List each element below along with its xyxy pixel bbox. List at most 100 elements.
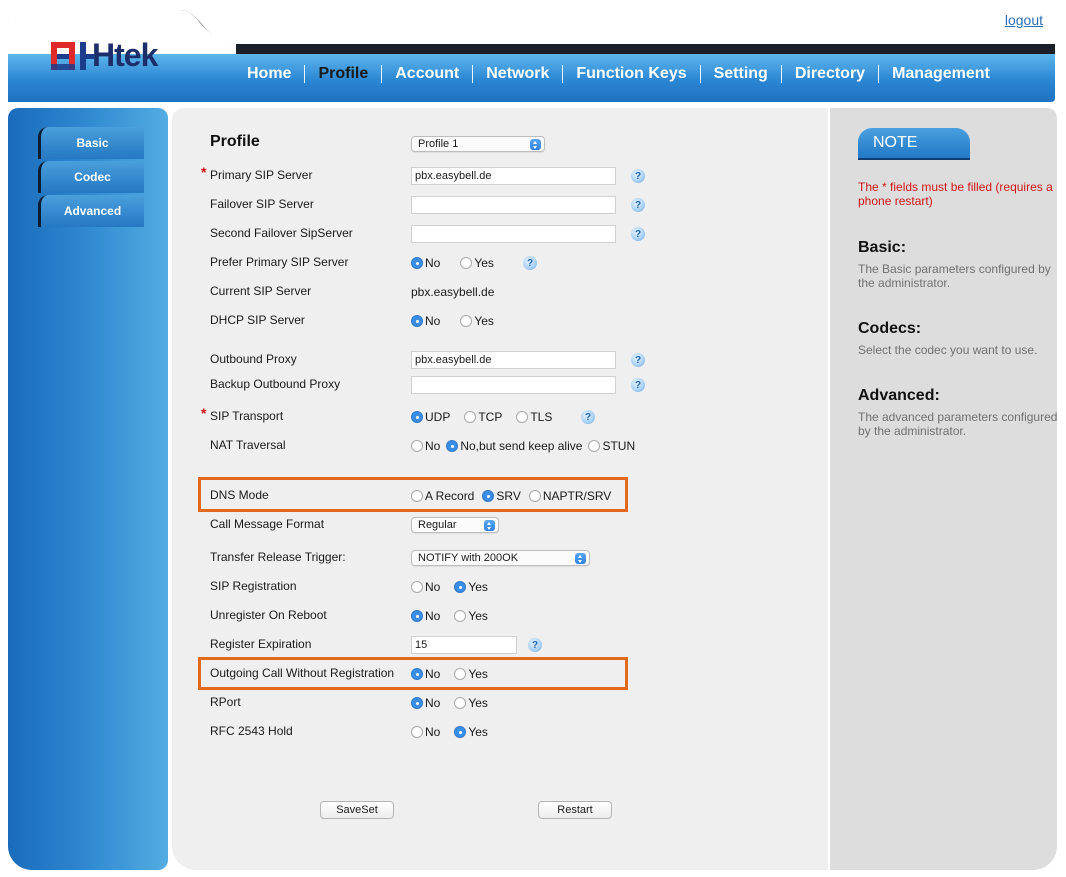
prefer-primary-no[interactable]: No [411,256,440,270]
radio-icon [454,697,467,709]
rfc2543-yes[interactable]: Yes [454,725,488,739]
sidebar-item-basic[interactable]: Basic [38,127,144,159]
dns-a-record[interactable]: A Record [411,489,474,503]
profile-form: Profile Profile 1 * Primary SIP Server ?… [172,108,828,870]
backup-outbound-proxy-input[interactable] [411,376,616,394]
radio-icon [460,315,473,327]
help-icon[interactable]: ? [631,353,645,367]
backup-outbound-proxy-row: Backup Outbound Proxy ? [172,373,828,397]
radio-icon [454,726,467,738]
radio-label: No,but send keep alive [460,439,583,453]
nav-directory[interactable]: Directory [782,65,878,83]
nat-stun[interactable]: STUN [588,439,635,453]
radio-label: Yes [468,580,488,594]
failover-sip-server-row: Failover SIP Server ? [172,193,828,217]
nav-separator [472,65,474,83]
help-icon[interactable]: ? [631,227,645,241]
transfer-release-trigger-row: Transfer Release Trigger: NOTIFY with 20… [172,546,828,570]
call-message-format-label: Call Message Format [210,517,325,531]
dhcp-sip-yes[interactable]: Yes [460,314,494,328]
call-message-format-select[interactable]: Regular [411,517,499,533]
radio-label: No [425,725,441,739]
note-panel: NOTE The * fields must be filled (requir… [830,108,1057,870]
sip-transport-label: SIP Transport [210,409,284,423]
radio-label: TLS [530,410,553,424]
dns-naptr-srv[interactable]: NAPTR/SRV [528,489,611,503]
failover-sip-server-label: Failover SIP Server [210,197,314,211]
radio-icon [411,490,423,502]
select-value: NOTIFY with 200OK [418,552,519,564]
sip-registration-row: SIP Registration No Yes [172,575,828,599]
restart-button[interactable]: Restart [538,801,612,819]
transport-udp[interactable]: UDP [411,410,450,424]
prefer-primary-yes[interactable]: Yes [460,256,494,270]
radio-icon [411,668,423,680]
failover-sip-server-input[interactable] [411,196,616,214]
rport-yes[interactable]: Yes [454,696,488,710]
unregister-on-reboot-label: Unregister On Reboot [210,608,327,622]
radio-icon [454,668,467,680]
nav-separator [699,65,701,83]
dns-srv[interactable]: SRV [482,489,521,503]
radio-label: TCP [478,410,503,424]
prefer-primary-row: Prefer Primary SIP Server No Yes ? [172,251,828,275]
help-icon[interactable]: ? [631,198,645,212]
radio-icon [482,490,495,502]
outbound-proxy-label: Outbound Proxy [210,352,297,366]
rfc2543-no[interactable]: No [411,725,440,739]
select-value: Regular [418,519,457,531]
sidebar-item-advanced[interactable]: Advanced [38,195,144,227]
radio-icon [454,581,467,593]
outbound-proxy-input[interactable] [411,351,616,369]
unregister-no[interactable]: No [411,609,440,623]
nav-home[interactable]: Home [234,65,304,83]
primary-sip-server-input[interactable] [411,167,616,185]
nav-setting[interactable]: Setting [701,65,781,83]
radio-icon [411,726,423,738]
nav-account[interactable]: Account [382,65,472,83]
logout-link[interactable]: logout [1005,12,1043,28]
radio-icon [411,581,423,593]
nav-network[interactable]: Network [473,65,562,83]
backup-outbound-proxy-label: Backup Outbound Proxy [210,377,341,391]
radio-label: No [425,314,441,328]
transport-tcp[interactable]: TCP [464,410,502,424]
help-icon[interactable]: ? [523,256,537,270]
sidebar-item-codec[interactable]: Codec [38,161,144,193]
help-icon[interactable]: ? [528,638,542,652]
nav-profile[interactable]: Profile [305,65,381,83]
nat-keep-alive[interactable]: No,but send keep alive [446,439,582,453]
sidebar-item-label: Basic [76,136,109,150]
sidebar: Basic Codec Advanced [8,108,168,870]
sip-registration-yes[interactable]: Yes [454,580,488,594]
radio-label: No [425,256,441,270]
unregister-yes[interactable]: Yes [454,609,488,623]
dns-mode-label: DNS Mode [210,488,269,502]
prefer-primary-radios: No Yes [411,251,502,275]
radio-icon [516,411,529,423]
help-icon[interactable]: ? [631,378,645,392]
radio-icon [588,440,601,452]
register-expiration-label: Register Expiration [210,637,312,651]
radio-icon [411,697,423,709]
radio-label: No [425,580,441,594]
rport-no[interactable]: No [411,696,440,710]
profile-select-value: Profile 1 [418,138,459,150]
radio-icon [411,411,423,423]
register-expiration-input[interactable] [411,636,517,654]
saveset-button[interactable]: SaveSet [320,801,394,819]
outgoing-call-label: Outgoing Call Without Registration [210,666,395,680]
help-icon[interactable]: ? [581,410,595,424]
sip-registration-no[interactable]: No [411,580,440,594]
second-failover-input[interactable] [411,225,616,243]
outgoing-call-no[interactable]: No [411,667,440,681]
dhcp-sip-no[interactable]: No [411,314,440,328]
nat-no[interactable]: No [411,439,440,453]
transport-tls[interactable]: TLS [516,410,552,424]
outgoing-call-yes[interactable]: Yes [454,667,488,681]
nav-management[interactable]: Management [879,65,1003,83]
help-icon[interactable]: ? [631,169,645,183]
nav-function-keys[interactable]: Function Keys [563,65,699,83]
profile-select[interactable]: Profile 1 [411,136,545,152]
transfer-release-trigger-select[interactable]: NOTIFY with 200OK [411,550,590,566]
